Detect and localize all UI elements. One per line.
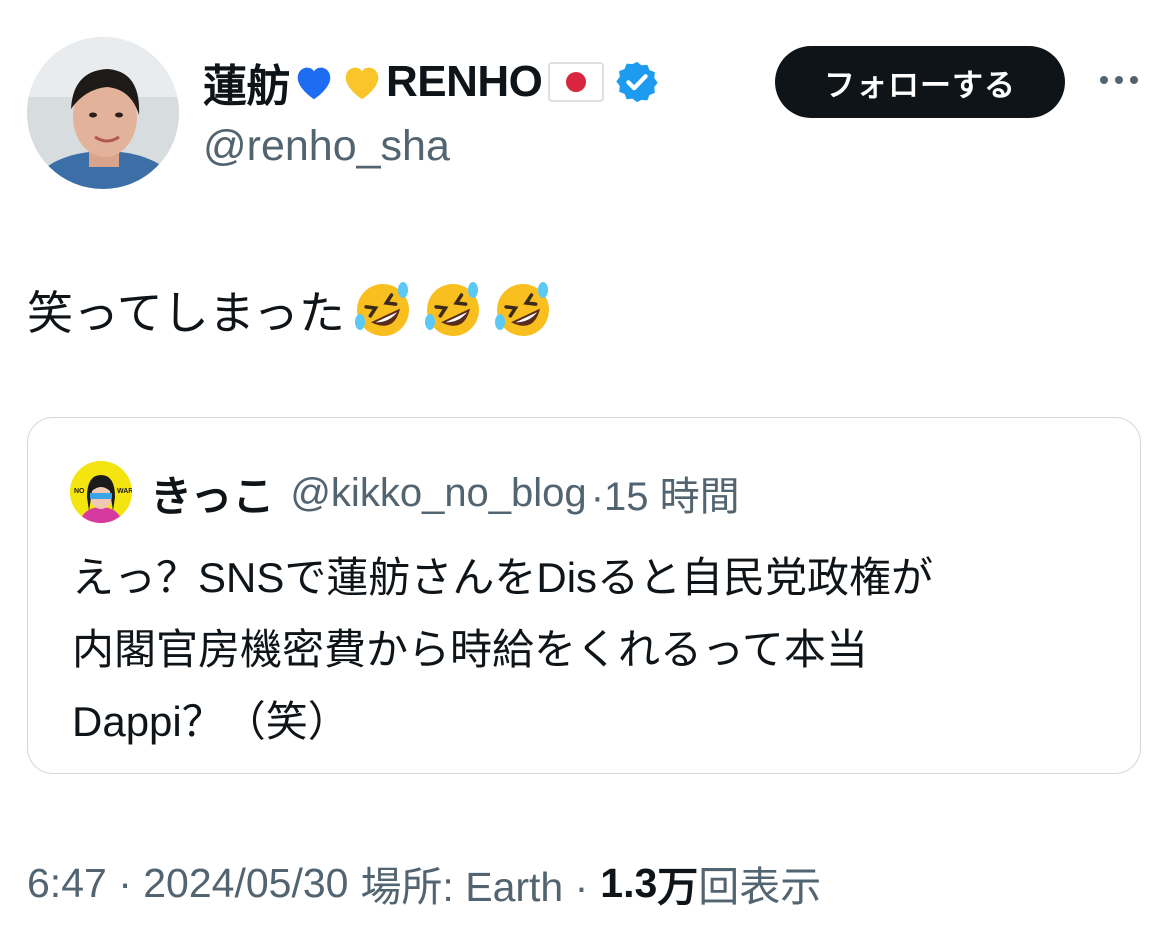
tweet-meta: 6:47 · 2024/05/30 場所: Earth · 1.3 万 回表示 [27,853,821,913]
quoted-author-handle[interactable]: @kikko_no_blog [290,471,586,516]
quoted-author-name[interactable]: きっこ [150,463,274,524]
author-name-row[interactable]: 蓮舫 RENHO [203,52,660,112]
quoted-tweet-text: えっ？SNSで蓮舫さんをDisると自民党政権が 内閣官房機密費から時給をくれるっ… [72,554,934,745]
avatar-photo [27,37,179,189]
views-count: 1.3 [600,859,658,906]
tweet-text: 笑ってしまった [27,286,345,340]
follow-button[interactable]: フォローする [775,46,1065,118]
views-unit: 万 [657,864,699,910]
verified-badge-icon [616,61,659,103]
author-avatar[interactable] [27,37,179,189]
tweet-location: 場所: Earth · [360,864,589,910]
quoted-avatar-image: NO WAR [70,461,132,523]
japan-flag-icon [548,62,605,102]
blue-heart-icon [297,67,331,100]
quoted-tweet-header: きっこ @kikko_no_blog ·15 時間 [150,463,740,523]
rolling-laughing-emoji-icon [494,282,549,336]
rolling-laughing-emoji-icon [354,282,409,336]
author-display-name: 蓮舫 [203,62,291,111]
svg-text:NO: NO [74,488,85,495]
more-horizontal-icon[interactable] [1096,63,1142,97]
views-label: 回表示 [698,864,822,910]
svg-text:WAR: WAR [117,488,132,495]
tweet-body: 笑ってしまった [27,277,555,343]
yellow-heart-icon [345,67,379,100]
quoted-author-avatar[interactable]: NO WAR [70,461,132,523]
author-handle[interactable]: @renho_sha [203,122,450,171]
quoted-tweet-time[interactable]: ·15 時間 [591,464,740,522]
quoted-tweet-card[interactable]: NO WAR きっこ @kikko_no_blog ·15 時間 えっ？SNSで… [27,417,1141,774]
tweet-timestamp[interactable]: 6:47 · 2024/05/30 [27,860,348,907]
rolling-laughing-emoji-icon [424,282,479,336]
author-display-name-suffix: RENHO [386,57,543,106]
